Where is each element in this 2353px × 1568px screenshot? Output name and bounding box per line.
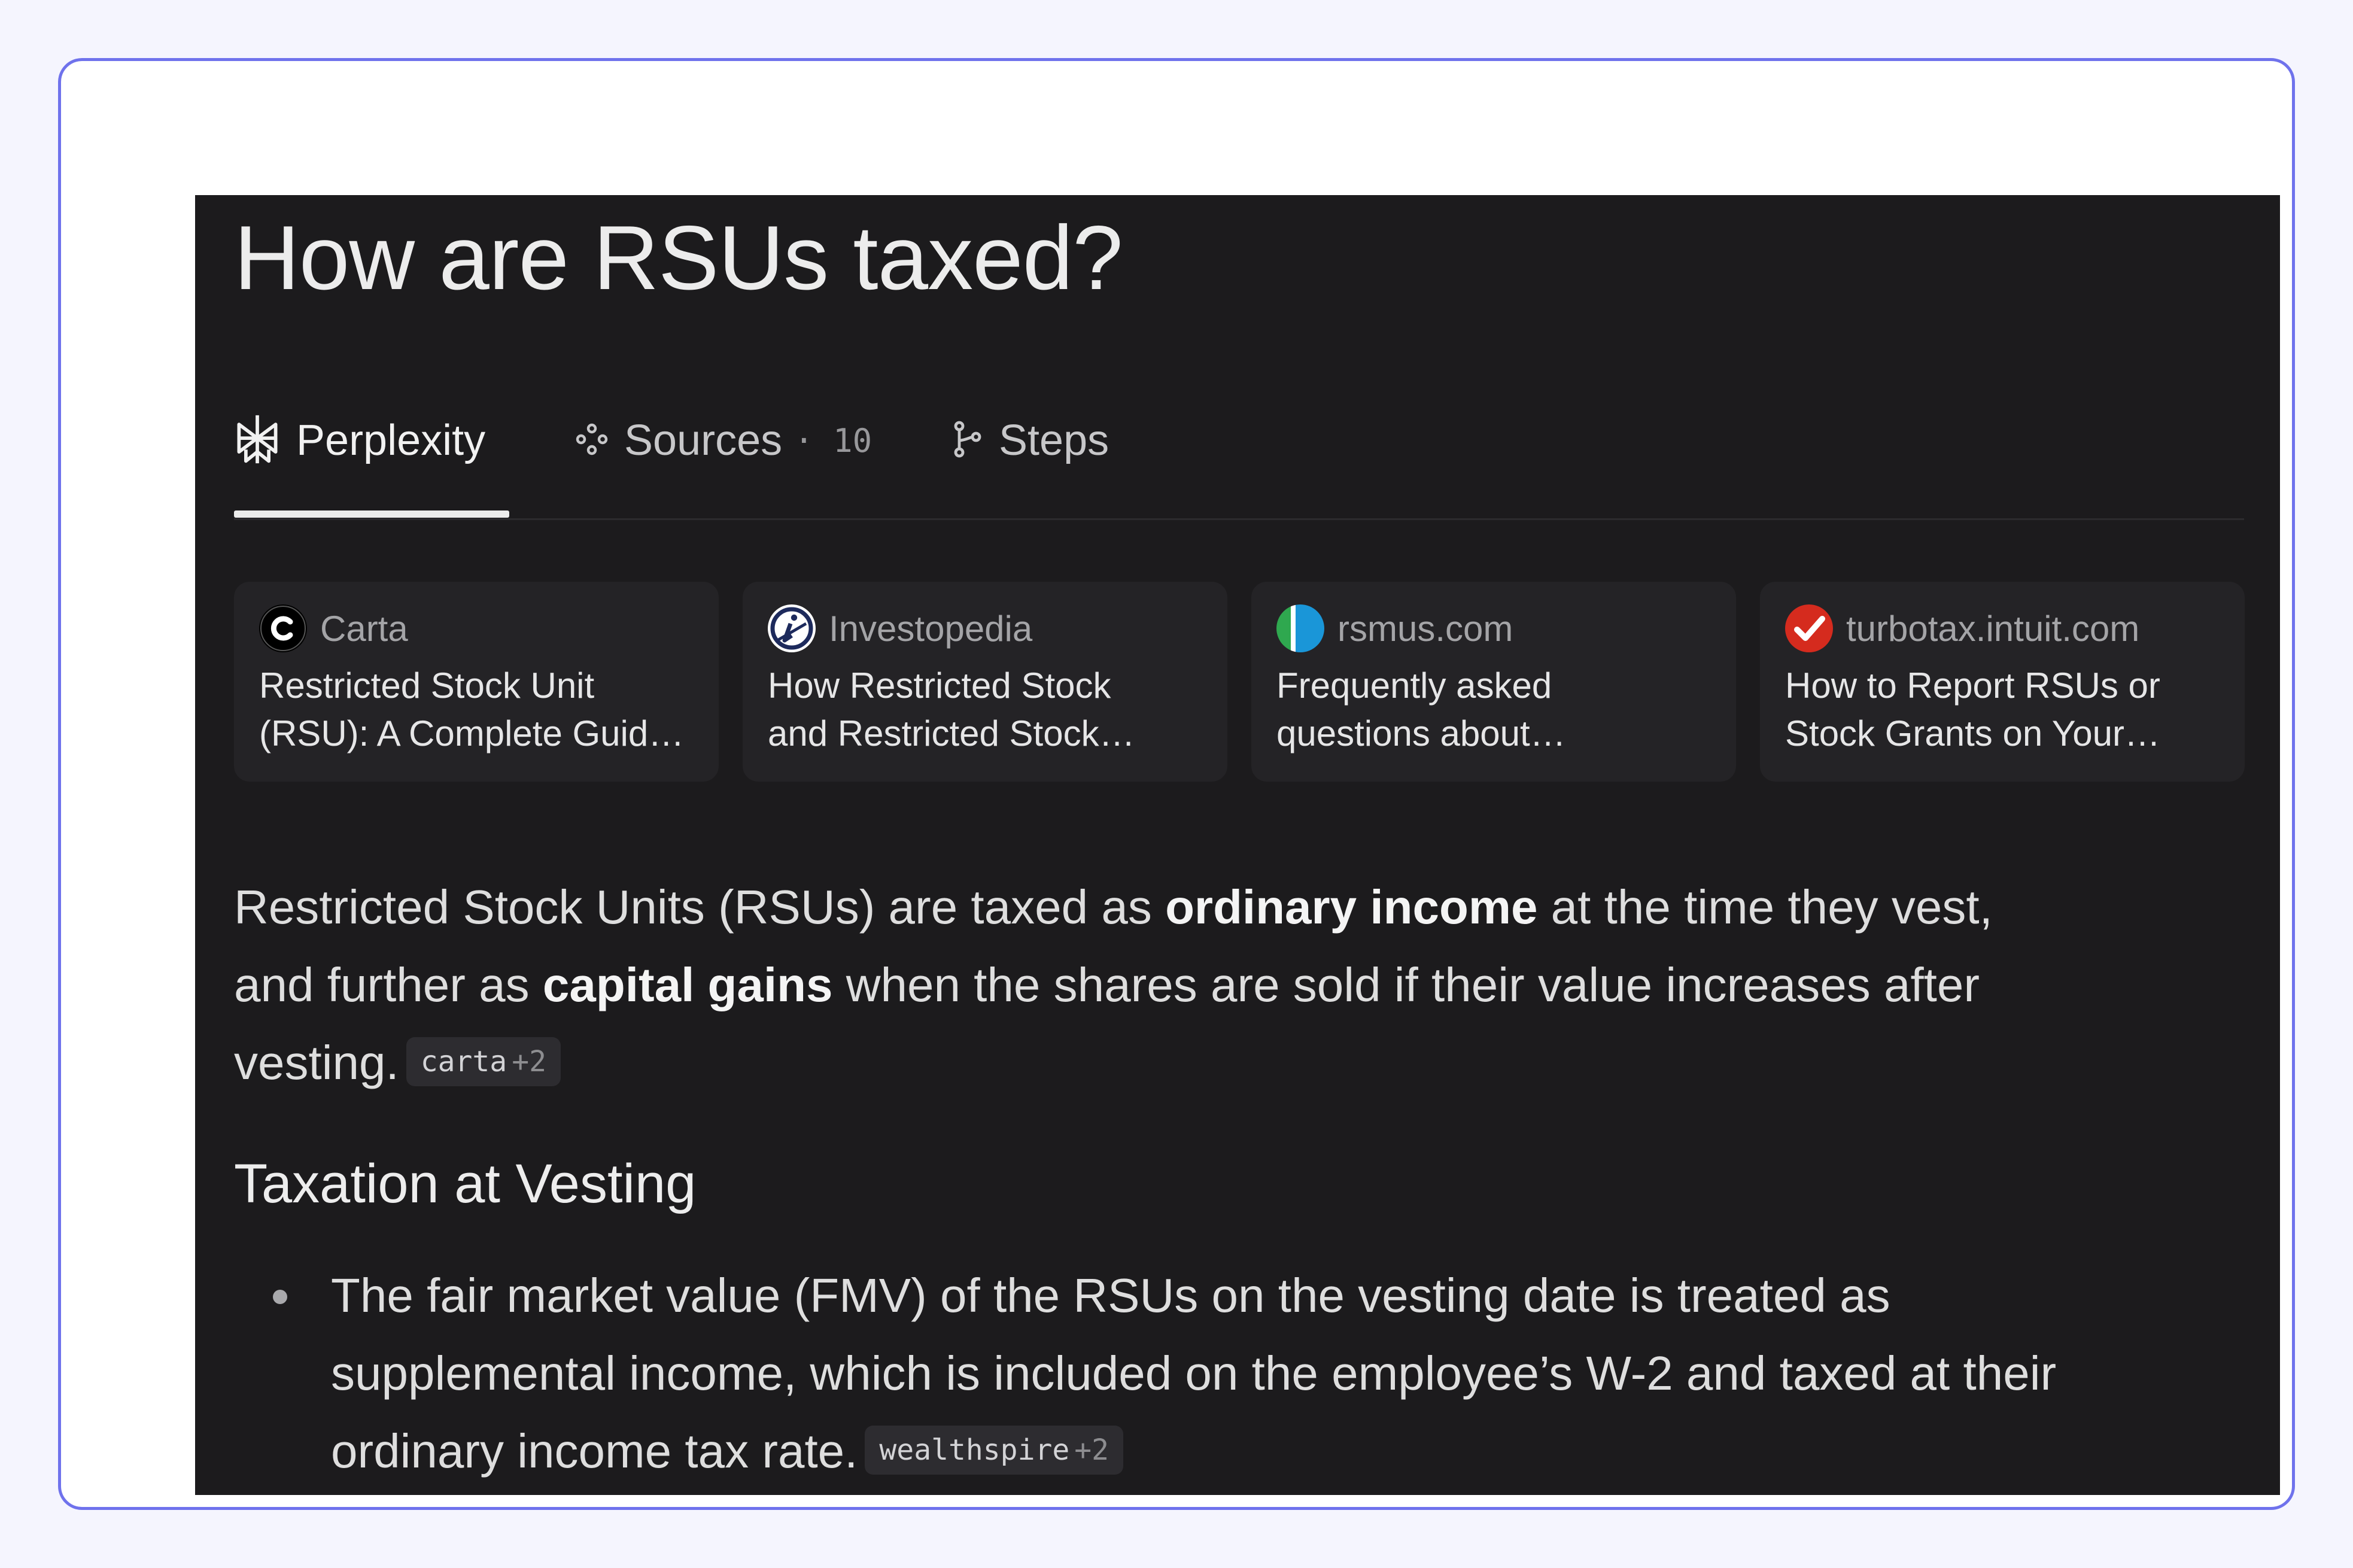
source-title-line: How to Report RSUs or [1785,666,2160,706]
source-title-line: Stock Grants on Your… [1785,713,2161,753]
citation-source: carta [420,1044,507,1078]
bullet-dot [273,1290,287,1304]
source-title-line: Frequently asked [1276,666,1552,706]
answer-tabs: Perplexity Sources · 10 Steps [234,408,2244,520]
tab-steps[interactable]: Steps [952,408,1109,473]
source-title: Restricted Stock Unit (RSU): A Complete … [259,662,694,758]
page-title: How are RSUs taxed? [234,207,1123,309]
source-title: Frequently asked questions about… [1276,662,1711,758]
source-card-carta[interactable]: Carta Restricted Stock Unit (RSU): A Com… [234,582,719,782]
source-site-name: Carta [320,608,408,649]
source-site-name: turbotax.intuit.com [1846,608,2140,649]
citation-chip-carta[interactable]: carta +2 [406,1037,561,1086]
steps-branch-icon [952,420,983,461]
source-title-line: Restricted Stock Unit [259,666,595,706]
answer-text: at the time they vest, [1537,880,1993,934]
source-site-name: rsmus.com [1337,608,1513,649]
active-tab-indicator [234,510,509,518]
citation-more-count: +2 [512,1044,546,1078]
citation-more-count: +2 [1074,1433,1109,1467]
source-title-line: (RSU): A Complete Guid… [259,713,685,753]
tab-sources-label: Sources [624,417,783,464]
investopedia-favicon-icon [768,604,816,652]
list-item-line: ordinary income tax rate. wealthspire +2 [331,1412,2233,1490]
source-card-turbotax[interactable]: turbotax.intuit.com How to Report RSUs o… [1760,582,2245,782]
list-item-line: The fair market value (FMV) of the RSUs … [331,1269,1890,1322]
sources-count: · 10 [794,421,873,460]
list-item-line: supplemental income, which is included o… [331,1347,2057,1400]
answer-panel: How are RSUs taxed? Perplexity Sources ·… [195,195,2280,1495]
source-site-name: Investopedia [829,608,1033,649]
source-card-investopedia[interactable]: Investopedia How Restricted Stock and Re… [743,582,1227,782]
tab-steps-label: Steps [999,417,1109,464]
source-title: How Restricted Stock and Restricted Stoc… [768,662,1202,758]
answer-text: when the shares are sold if their value … [832,958,1980,1011]
source-title-line: and Restricted Stock… [768,713,1135,753]
section-heading: Taxation at Vesting [234,1153,697,1214]
bullet-list: The fair market value (FMV) of the RSUs … [234,1257,2233,1490]
citation-source: wealthspire [879,1433,1070,1467]
answer-text: vesting. [234,1036,399,1089]
answer-text: and further as [234,958,543,1011]
turbotax-favicon-icon [1785,604,1833,652]
source-title-line: questions about… [1276,713,1566,753]
list-item: The fair market value (FMV) of the RSUs … [234,1257,2233,1490]
source-card-rsmus[interactable]: rsmus.com Frequently asked questions abo… [1251,582,1736,782]
carta-favicon-icon [259,604,307,652]
source-title-line: How Restricted Stock [768,666,1111,706]
answer-line: vesting. carta +2 [234,1024,2209,1102]
answer-emphasis: capital gains [542,958,833,1011]
tab-sources[interactable]: Sources · 10 [575,408,872,473]
answer-emphasis: ordinary income [1165,880,1538,934]
source-title: How to Report RSUs or Stock Grants on Yo… [1785,662,2220,758]
answer-line: Restricted Stock Units (RSUs) are taxed … [234,868,2209,946]
tabs-divider [234,518,2244,520]
screenshot-frame: How are RSUs taxed? Perplexity Sources ·… [58,58,2295,1510]
tab-perplexity[interactable]: Perplexity [234,408,485,473]
sources-nodes-icon [575,423,609,459]
answer-line: and further as capital gains when the sh… [234,946,2209,1024]
tab-perplexity-label: Perplexity [296,417,486,464]
list-item-text: ordinary income tax rate. [331,1424,858,1478]
answer-text: Restricted Stock Units (RSUs) are taxed … [234,880,1166,934]
citation-chip-wealthspire[interactable]: wealthspire +2 [865,1425,1124,1475]
perplexity-logo-icon [234,413,281,469]
answer-paragraph: Restricted Stock Units (RSUs) are taxed … [234,868,2209,1102]
rsmus-favicon-icon [1276,604,1324,652]
